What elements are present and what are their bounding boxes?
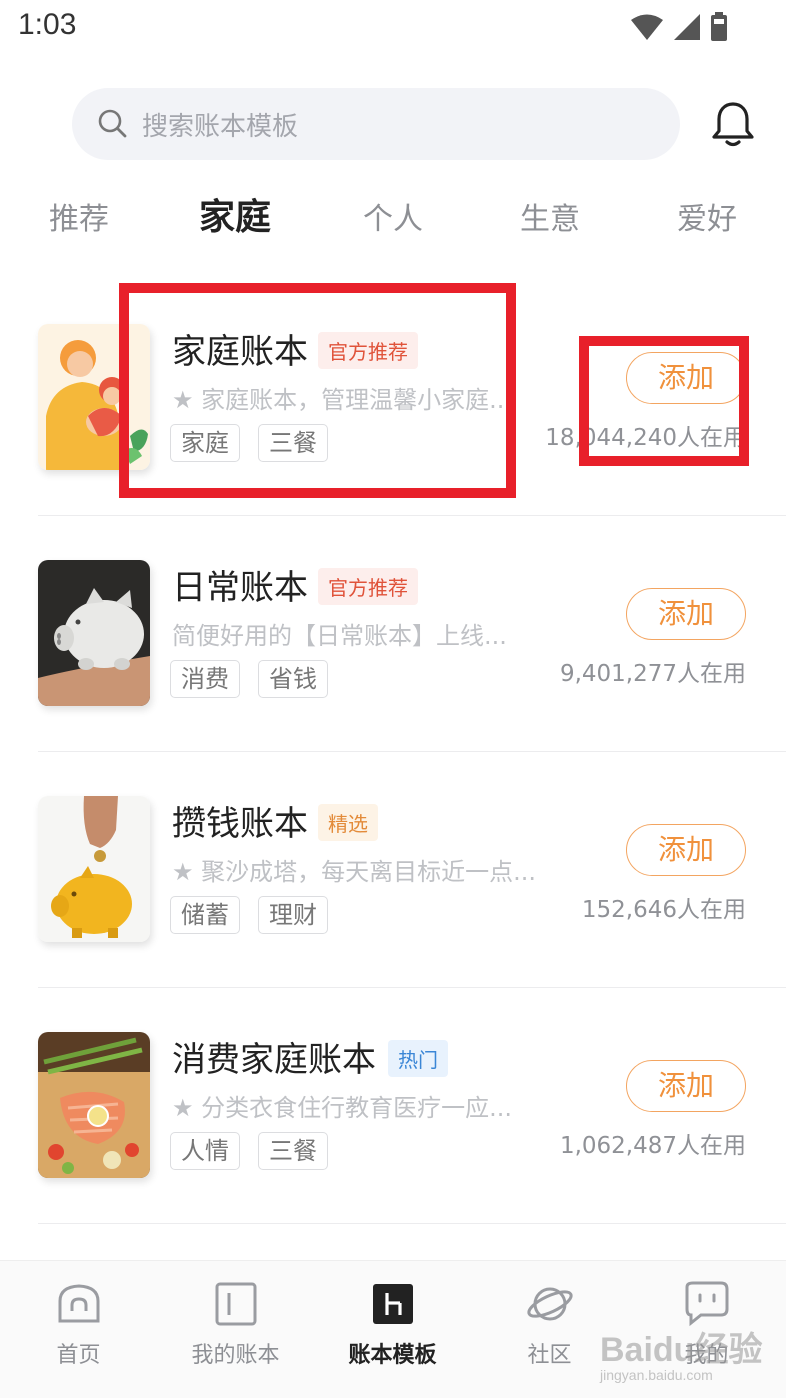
piggy-bank-photo-thumbnail <box>38 560 150 706</box>
battery-icon <box>711 12 727 41</box>
highlight-box-template-info <box>119 283 516 498</box>
status-icons <box>630 12 728 42</box>
tab-personal[interactable]: 个人 <box>338 194 448 238</box>
item-tags: 人情 三餐 <box>170 1132 328 1170</box>
tag: 人情 <box>170 1132 240 1170</box>
home-icon <box>58 1284 99 1323</box>
search-row: 搜索账本模板 <box>0 88 786 162</box>
tag: 省钱 <box>258 660 328 698</box>
template-icon <box>372 1284 413 1324</box>
tab-family[interactable]: 家庭 <box>180 188 290 240</box>
chat-face-icon <box>685 1281 728 1327</box>
search-icon <box>98 109 127 138</box>
book-icon <box>215 1282 256 1326</box>
list-item[interactable]: 消费家庭账本 热门 ★ 分类衣食住行教育医疗一应... 人情 三餐 添加 1,0… <box>0 988 786 1224</box>
wifi-icon <box>631 14 663 40</box>
item-description: ★ 分类衣食住行教育医疗一应... <box>172 1094 513 1122</box>
tag: 储蓄 <box>170 896 240 934</box>
nav-home[interactable]: 首页 <box>0 1281 157 1369</box>
search-input[interactable]: 搜索账本模板 <box>72 88 680 160</box>
item-tags: 消费 省钱 <box>170 660 328 698</box>
item-description: ★ 聚沙成塔，每天离目标近一点... <box>172 858 537 886</box>
user-count: 152,646人在用 <box>581 897 746 923</box>
search-placeholder: 搜索账本模板 <box>142 112 299 142</box>
add-button[interactable]: 添加 <box>626 824 746 876</box>
list-item[interactable]: 日常账本 官方推荐 简便好用的【日常账本】上线... 消费 省钱 添加 9,40… <box>0 516 786 752</box>
food-photo-thumbnail <box>38 1032 150 1178</box>
baidu-jingyan-watermark: Baidu经验 jingyan.baidu.com <box>600 1322 762 1383</box>
nav-label: 首页 <box>56 1343 101 1368</box>
nav-label: 账本模板 <box>348 1343 437 1368</box>
user-count: 1,062,487人在用 <box>559 1133 746 1159</box>
tag: 三餐 <box>258 1132 328 1170</box>
coin-piggy-photo-thumbnail <box>38 796 150 942</box>
tab-business[interactable]: 生意 <box>495 194 605 238</box>
official-badge: 官方推荐 <box>318 568 418 605</box>
item-tags: 储蓄 理财 <box>170 896 328 934</box>
watermark-main: Baidu经验 <box>600 1331 763 1369</box>
item-title: 消费家庭账本 <box>172 1040 376 1080</box>
user-count: 9,401,277人在用 <box>559 661 746 687</box>
watermark-url: jingyan.baidu.com <box>600 1367 713 1383</box>
highlight-box-add-button <box>579 336 749 466</box>
nav-label: 我的账本 <box>191 1343 280 1368</box>
signal-icon <box>674 14 700 40</box>
bell-icon[interactable] <box>710 100 756 148</box>
add-button[interactable]: 添加 <box>626 588 746 640</box>
tab-recommend[interactable]: 推荐 <box>24 194 134 238</box>
divider <box>38 1223 786 1224</box>
list-item[interactable]: 攒钱账本 精选 ★ 聚沙成塔，每天离目标近一点... 储蓄 理财 添加 152,… <box>0 752 786 988</box>
status-time: 1:03 <box>18 8 77 41</box>
status-bar: 1:03 <box>0 0 786 56</box>
hot-badge: 热门 <box>388 1040 448 1077</box>
item-title: 日常账本 <box>172 568 308 608</box>
item-description: 简便好用的【日常账本】上线... <box>172 622 507 650</box>
tab-hobby[interactable]: 爱好 <box>652 194 762 238</box>
nav-templates[interactable]: 账本模板 <box>314 1281 471 1369</box>
item-title: 攒钱账本 <box>172 804 308 844</box>
planet-icon <box>526 1287 573 1321</box>
tag: 消费 <box>170 660 240 698</box>
add-button[interactable]: 添加 <box>626 1060 746 1112</box>
tag: 理财 <box>258 896 328 934</box>
featured-badge: 精选 <box>318 804 378 841</box>
nav-my-books[interactable]: 我的账本 <box>157 1281 314 1369</box>
category-tabs: 推荐 家庭 个人 生意 爱好 <box>0 186 786 246</box>
